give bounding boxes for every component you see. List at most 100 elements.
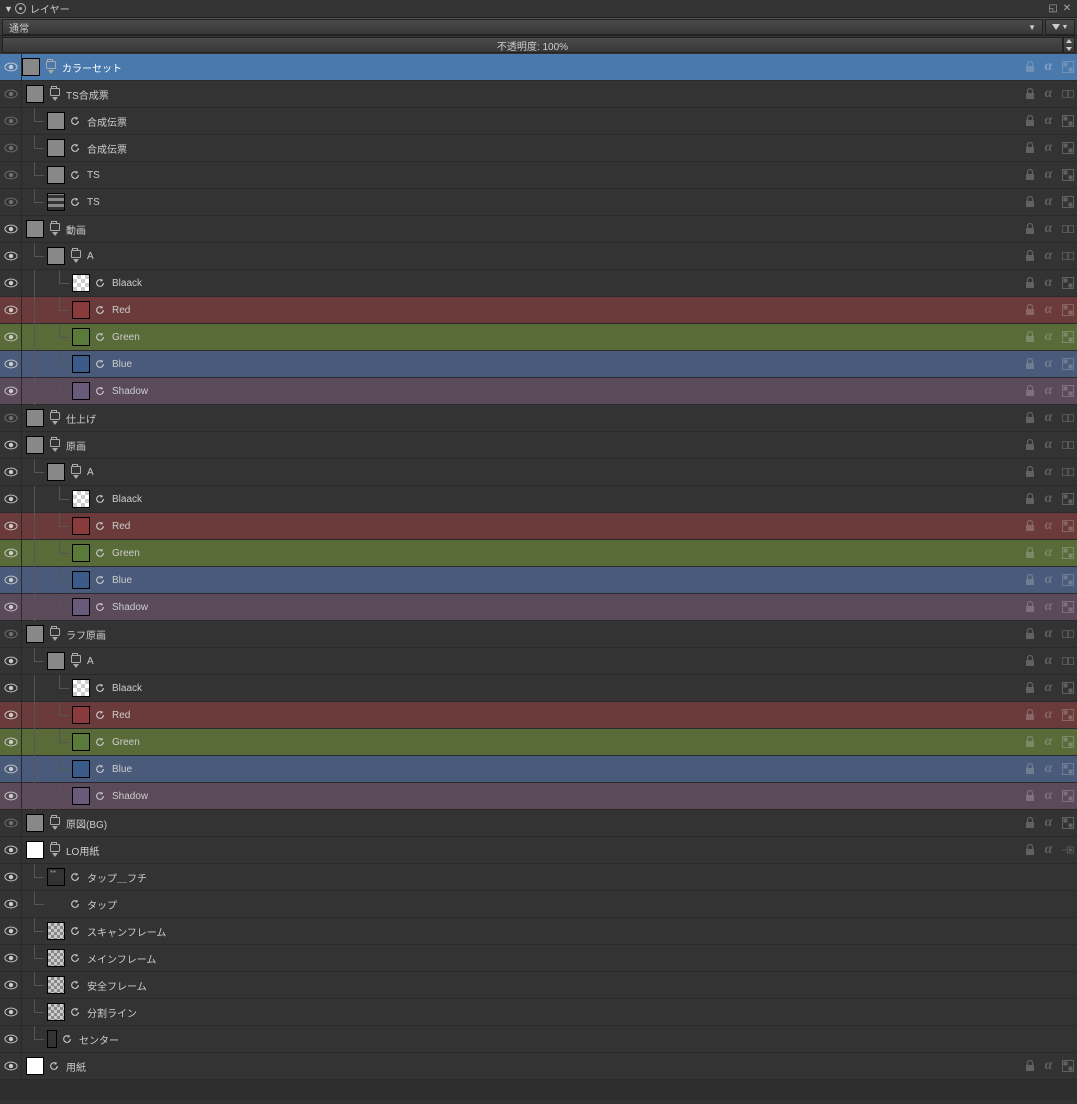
detach-button[interactable]: ◱ <box>1047 3 1059 15</box>
lock-flag[interactable] <box>1020 405 1039 432</box>
visibility-toggle[interactable] <box>0 378 22 405</box>
visibility-toggle[interactable] <box>0 189 22 216</box>
layer-name[interactable]: TS <box>85 197 1020 208</box>
layer-name[interactable]: Red <box>110 521 1020 532</box>
folder-expand-toggle[interactable] <box>48 434 62 456</box>
link-flag[interactable] <box>1058 837 1077 864</box>
alpha-flag[interactable]: α <box>1039 513 1058 540</box>
layer-row[interactable]: Greenα <box>0 540 1077 567</box>
layer-row[interactable]: カラーセットα <box>0 54 1077 81</box>
layer-name[interactable]: Red <box>110 305 1020 316</box>
layer-name[interactable]: Red <box>110 710 1020 721</box>
layer-name[interactable]: Shadow <box>110 791 1020 802</box>
lock-flag[interactable] <box>1020 459 1039 486</box>
alpha-flag[interactable]: α <box>1039 162 1058 189</box>
lock-flag[interactable] <box>1020 837 1039 864</box>
mask-flag[interactable] <box>1058 540 1077 567</box>
layer-name[interactable]: 合成伝票 <box>85 114 1020 129</box>
folder-expand-toggle[interactable] <box>48 83 62 105</box>
lock-flag[interactable] <box>1020 702 1039 729</box>
layer-row[interactable]: TS合成票α <box>0 81 1077 108</box>
mask-flag[interactable] <box>1058 783 1077 810</box>
visibility-toggle[interactable] <box>0 810 22 837</box>
visibility-toggle[interactable] <box>0 972 22 999</box>
layer-name[interactable]: A <box>85 251 1020 262</box>
lock-flag[interactable] <box>1020 432 1039 459</box>
layer-row[interactable]: 安全フレーム <box>0 972 1077 999</box>
layer-row[interactable]: 合成伝票α <box>0 108 1077 135</box>
mask-flag[interactable] <box>1058 810 1077 837</box>
layer-name[interactable]: Green <box>110 737 1020 748</box>
layer-row[interactable]: TSα <box>0 162 1077 189</box>
layer-row[interactable]: Blueα <box>0 351 1077 378</box>
visibility-toggle[interactable] <box>0 1026 22 1053</box>
layer-name[interactable]: 安全フレーム <box>85 978 1077 993</box>
layer-row[interactable]: Blueα <box>0 756 1077 783</box>
mask-flag[interactable] <box>1058 297 1077 324</box>
visibility-toggle[interactable] <box>0 405 22 432</box>
lock-flag[interactable] <box>1020 1053 1039 1080</box>
layer-row[interactable]: ラフ原画 α <box>0 621 1077 648</box>
layer-name[interactable]: Shadow <box>110 386 1020 397</box>
visibility-toggle[interactable] <box>0 513 22 540</box>
lock-flag[interactable] <box>1020 351 1039 378</box>
mask-flag[interactable] <box>1058 567 1077 594</box>
lock-flag[interactable] <box>1020 675 1039 702</box>
layer-name[interactable]: 仕上げ <box>64 411 1020 426</box>
visibility-toggle[interactable] <box>0 756 22 783</box>
layer-name[interactable]: ラフ原画 <box>64 627 1020 642</box>
mask-flag[interactable] <box>1058 486 1077 513</box>
layer-name[interactable]: Blue <box>110 764 1020 775</box>
visibility-toggle[interactable] <box>0 1053 22 1080</box>
layer-row[interactable]: Greenα <box>0 324 1077 351</box>
alpha-flag[interactable]: α <box>1039 648 1058 675</box>
alpha-flag[interactable]: α <box>1039 189 1058 216</box>
layer-row[interactable]: タップ＿フチ <box>0 864 1077 891</box>
layer-row[interactable]: Blaackα <box>0 270 1077 297</box>
split-flag[interactable] <box>1058 81 1077 108</box>
layer-name[interactable]: Shadow <box>110 602 1020 613</box>
lock-flag[interactable] <box>1020 513 1039 540</box>
layer-name[interactable]: メインフレーム <box>85 951 1077 966</box>
split-flag[interactable] <box>1058 432 1077 459</box>
alpha-flag[interactable]: α <box>1039 54 1058 81</box>
split-flag[interactable] <box>1058 405 1077 432</box>
mask-flag[interactable] <box>1058 594 1077 621</box>
alpha-flag[interactable]: α <box>1039 270 1058 297</box>
split-flag[interactable] <box>1058 459 1077 486</box>
lock-flag[interactable] <box>1020 81 1039 108</box>
alpha-flag[interactable]: α <box>1039 621 1058 648</box>
folder-expand-toggle[interactable] <box>44 56 58 78</box>
visibility-toggle[interactable] <box>0 324 22 351</box>
split-flag[interactable] <box>1058 216 1077 243</box>
layer-row[interactable]: TS α <box>0 189 1077 216</box>
layer-name[interactable]: 分割ライン <box>85 1005 1077 1020</box>
visibility-toggle[interactable] <box>0 54 22 81</box>
alpha-flag[interactable]: α <box>1039 216 1058 243</box>
layer-name[interactable]: 原画 <box>64 438 1020 453</box>
mask-flag[interactable] <box>1058 756 1077 783</box>
layer-name[interactable]: Blaack <box>110 494 1020 505</box>
mask-flag[interactable] <box>1058 270 1077 297</box>
alpha-flag[interactable]: α <box>1039 432 1058 459</box>
visibility-toggle[interactable] <box>0 432 22 459</box>
mask-flag[interactable] <box>1058 351 1077 378</box>
layer-row[interactable]: Shadowα <box>0 378 1077 405</box>
layer-row[interactable]: Green α <box>0 729 1077 756</box>
mask-flag[interactable] <box>1058 702 1077 729</box>
lock-flag[interactable] <box>1020 621 1039 648</box>
visibility-toggle[interactable] <box>0 540 22 567</box>
lock-flag[interactable] <box>1020 216 1039 243</box>
alpha-flag[interactable]: α <box>1039 783 1058 810</box>
opacity-stepper[interactable] <box>1063 37 1075 53</box>
close-button[interactable]: ✕ <box>1061 3 1073 15</box>
layer-name[interactable]: TS合成票 <box>64 87 1020 102</box>
alpha-flag[interactable]: α <box>1039 729 1058 756</box>
layer-name[interactable]: A <box>85 467 1020 478</box>
alpha-flag[interactable]: α <box>1039 675 1058 702</box>
lock-flag[interactable] <box>1020 783 1039 810</box>
visibility-toggle[interactable] <box>0 945 22 972</box>
visibility-toggle[interactable] <box>0 918 22 945</box>
folder-expand-toggle[interactable] <box>48 407 62 429</box>
mask-flag[interactable] <box>1058 108 1077 135</box>
